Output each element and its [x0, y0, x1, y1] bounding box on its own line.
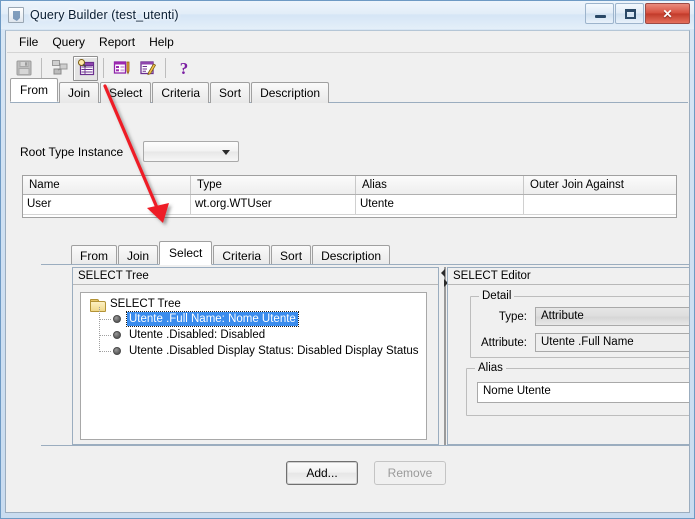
tab-criteria[interactable]: Criteria	[152, 82, 210, 103]
alias-group-box: Alias Nome Utente	[466, 362, 689, 416]
outer-tab-bar: From Join Select Criteria Sort Descripti…	[10, 78, 688, 103]
minimize-button[interactable]	[585, 3, 614, 24]
divider-bar	[444, 267, 446, 445]
svg-text:?: ?	[179, 59, 188, 77]
window-title: Query Builder (test_utenti)	[30, 8, 179, 22]
from-table-header: Name Type Alias Outer Join Against	[23, 176, 676, 195]
tree-branch-line	[100, 350, 112, 352]
tree-root-label: SELECT Tree	[110, 298, 181, 310]
alias-group-legend: Alias	[475, 362, 506, 374]
close-button[interactable]: ✕	[645, 3, 690, 24]
tree-node-label-1: Utente .Disabled: Disabled	[129, 329, 266, 341]
menu-help[interactable]: Help	[142, 33, 181, 51]
detail-group-box: Detail Type: Attribute Attribute: Utente…	[470, 290, 689, 358]
list-item[interactable]: Utente .Disabled: Disabled	[81, 327, 426, 343]
query-builder-window: Query Builder (test_utenti) ✕ File Query…	[0, 0, 695, 519]
type-label: Type:	[498, 310, 527, 323]
report-table-icon[interactable]	[109, 56, 134, 81]
column-header-alias[interactable]: Alias	[356, 176, 524, 194]
folder-icon	[90, 298, 106, 312]
select-tree-panel: SELECT Tree SELECT Tree Utente .Full Nam…	[72, 267, 439, 445]
column-header-outer-join-against[interactable]: Outer Join Against	[524, 176, 676, 194]
tab-select[interactable]: Select	[100, 82, 152, 103]
root-type-instance-row: Root Type Instance	[20, 141, 240, 162]
inner-tab-select[interactable]: Select	[159, 241, 213, 265]
collapse-left-icon[interactable]	[441, 269, 445, 277]
inner-tab-criteria[interactable]: Criteria	[213, 245, 271, 266]
window-controls: ✕	[584, 3, 690, 24]
from-panel: Root Type Instance Name Type Alias Outer…	[10, 103, 688, 223]
select-editor-panel: SELECT Editor Detail Type: Attribute Att…	[447, 267, 689, 445]
help-question-icon[interactable]: ?	[171, 56, 196, 81]
root-type-instance-combo[interactable]	[143, 141, 240, 162]
detail-group-legend: Detail	[479, 290, 515, 302]
tree-node-label-2: Utente .Disabled Display Status: Disable…	[129, 345, 419, 357]
dialog-separator	[41, 445, 689, 446]
inner-tab-from[interactable]: From	[71, 245, 117, 266]
attribute-node-icon	[113, 315, 121, 323]
tab-from[interactable]: From	[10, 78, 58, 102]
select-tab-dialog: From Join Select Criteria Sort Descripti…	[41, 241, 689, 505]
menu-query[interactable]: Query	[45, 33, 92, 51]
add-button[interactable]: Add...	[286, 461, 358, 485]
select-tree-view[interactable]: SELECT Tree Utente .Full Name: Nome Uten…	[80, 292, 427, 440]
inner-tab-sort[interactable]: Sort	[271, 245, 312, 266]
table-row[interactable]: User wt.org.WTUser Utente	[23, 195, 676, 215]
menu-report[interactable]: Report	[92, 33, 142, 51]
from-table: Name Type Alias Outer Join Against User …	[22, 175, 677, 218]
select-tree-title: SELECT Tree	[73, 268, 438, 285]
tab-join[interactable]: Join	[59, 82, 100, 103]
java-app-icon	[8, 7, 24, 23]
inner-tab-bar: From Join Select Criteria Sort Descripti…	[71, 241, 689, 266]
cell-alias: Utente	[356, 195, 524, 214]
join-diagram-icon[interactable]	[47, 56, 72, 81]
remove-button: Remove	[374, 461, 446, 485]
inner-tab-description[interactable]: Description	[312, 245, 391, 266]
toolbar: ?	[7, 53, 689, 83]
close-icon: ✕	[662, 6, 673, 21]
client-area: File Query Report Help ? From Join Selec…	[5, 30, 690, 513]
tree-branch-line	[100, 318, 112, 320]
column-header-type[interactable]: Type	[191, 176, 356, 194]
attribute-node-icon	[113, 331, 121, 339]
minimize-icon	[595, 15, 606, 18]
list-item[interactable]: Utente .Full Name: Nome Utente	[81, 311, 426, 327]
toolbar-separator-1	[41, 58, 42, 78]
maximize-button[interactable]	[615, 3, 644, 24]
select-tab-body: SELECT Tree SELECT Tree Utente .Full Nam…	[41, 264, 689, 446]
alias-input[interactable]: Nome Utente	[477, 382, 689, 403]
tab-description[interactable]: Description	[251, 82, 330, 103]
attribute-node-icon	[113, 347, 121, 355]
toolbar-separator-3	[165, 58, 166, 78]
cell-type: wt.org.WTUser	[191, 195, 356, 214]
query-table-icon[interactable]	[73, 55, 98, 81]
attribute-label: Attribute:	[480, 336, 527, 349]
tab-sort[interactable]: Sort	[210, 82, 251, 103]
save-icon[interactable]	[11, 56, 36, 81]
root-type-instance-label: Root Type Instance	[20, 144, 124, 159]
tree-root-node[interactable]: SELECT Tree	[81, 293, 426, 312]
edit-report-icon[interactable]	[135, 56, 160, 81]
menu-bar: File Query Report Help	[7, 32, 689, 53]
column-header-name[interactable]: Name	[23, 176, 191, 194]
cell-outer-join-against	[524, 195, 676, 214]
attribute-value[interactable]: Utente .Full Name	[535, 333, 689, 352]
chevron-down-icon	[222, 150, 231, 155]
select-editor-title: SELECT Editor	[448, 268, 689, 285]
dialog-button-bar: Add... Remove	[41, 453, 689, 493]
list-item[interactable]: Utente .Disabled Display Status: Disable…	[81, 343, 426, 359]
type-value[interactable]: Attribute	[535, 307, 689, 326]
title-bar: Query Builder (test_utenti) ✕	[1, 1, 694, 29]
inner-tab-join[interactable]: Join	[118, 245, 159, 266]
maximize-icon	[625, 9, 636, 19]
tree-branch-line	[100, 334, 112, 336]
cell-name: User	[23, 195, 191, 214]
tree-node-label-0: Utente .Full Name: Nome Utente	[126, 311, 299, 327]
menu-file[interactable]: File	[12, 33, 45, 51]
toolbar-separator-2	[103, 58, 104, 78]
